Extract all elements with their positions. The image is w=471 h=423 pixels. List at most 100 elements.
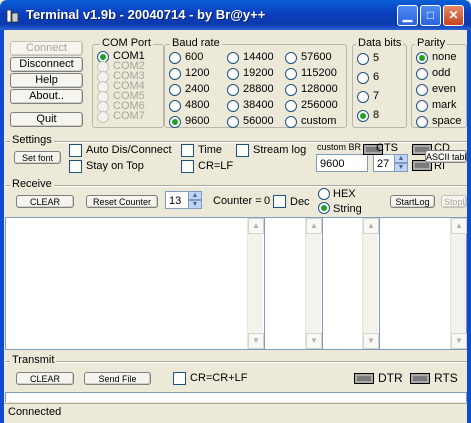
disconnect-button[interactable]: Disconnect — [10, 57, 83, 72]
help-button[interactable]: Help — [10, 73, 83, 88]
time-checkbox[interactable] — [181, 144, 194, 157]
receive-scrollbar-2[interactable]: ▲ ▼ — [305, 218, 322, 349]
receive-scrollbar-3[interactable]: ▲ ▼ — [362, 218, 379, 349]
receive-pane-divider-1 — [264, 217, 265, 350]
baud-256000-radio[interactable] — [285, 100, 297, 112]
baud-38400-radio[interactable] — [227, 100, 239, 112]
minimize-button[interactable]: ▁ — [397, 5, 418, 26]
about-button[interactable]: About.. — [10, 89, 83, 104]
parity-odd-radio[interactable] — [416, 68, 428, 80]
scroll-down-icon[interactable]: ▼ — [451, 333, 467, 349]
scroll-down-icon[interactable]: ▼ — [248, 333, 264, 349]
string-radio[interactable] — [318, 202, 330, 214]
data-bits-5-radio[interactable] — [357, 53, 369, 65]
data-bits-6-radio[interactable] — [357, 72, 369, 84]
baud-2400-label: 2400 — [185, 83, 210, 95]
auto-dis-connect-checkbox[interactable] — [69, 144, 82, 157]
rx-clear-field[interactable]: 27 — [373, 154, 395, 172]
baud-28800-label: 28800 — [243, 83, 274, 95]
set-font-button[interactable]: Set font — [14, 151, 61, 164]
baud-600-radio[interactable] — [169, 52, 181, 64]
parity-space-label: space — [432, 115, 462, 127]
baud-2400-radio[interactable] — [169, 84, 181, 96]
data-bits-8-radio[interactable] — [357, 110, 369, 122]
baud-14400-label: 14400 — [243, 51, 274, 63]
scroll-up-icon[interactable]: ▲ — [248, 218, 264, 234]
parity-space-radio[interactable] — [416, 116, 428, 128]
parity-mark-radio[interactable] — [416, 100, 428, 112]
reset-counter-button[interactable]: Reset Counter — [86, 195, 158, 208]
baud-custom-label: custom — [301, 115, 337, 127]
maximize-button[interactable]: □ — [420, 5, 441, 26]
baud-19200-radio[interactable] — [227, 68, 239, 80]
data-bits-7-label: 7 — [373, 90, 380, 102]
baud-1200-radio[interactable] — [169, 68, 181, 80]
baud-128000-radio[interactable] — [285, 84, 297, 96]
baud-600-label: 600 — [185, 51, 204, 63]
receive-clear-button[interactable]: CLEAR — [16, 195, 74, 208]
baud-115200-radio[interactable] — [285, 68, 297, 80]
dec-checkbox[interactable] — [273, 195, 286, 208]
receive-separator — [6, 185, 467, 187]
counter-value: 0 — [264, 195, 271, 207]
parity-even-label: even — [432, 83, 456, 95]
transmit-clear-button[interactable]: CLEAR — [16, 372, 74, 385]
close-button[interactable]: ✕ — [443, 5, 464, 26]
window-frame-right — [467, 30, 471, 423]
auto-dis-connect-label: Auto Dis/Connect — [86, 144, 172, 156]
baud-28800-radio[interactable] — [227, 84, 239, 96]
rx-clear-up-arrow[interactable]: ▲ — [394, 154, 408, 163]
receive-area[interactable] — [5, 217, 467, 350]
stream-log-checkbox[interactable] — [236, 144, 249, 157]
scroll-up-icon[interactable]: ▲ — [363, 218, 379, 234]
rx-clear-down-arrow[interactable]: ▼ — [394, 163, 408, 172]
custom-br-field[interactable]: 9600 — [316, 154, 368, 172]
rts-toggle[interactable] — [410, 373, 430, 384]
data-bits-6-label: 6 — [373, 71, 380, 83]
hex-radio[interactable] — [318, 188, 330, 200]
baud-custom-radio[interactable] — [285, 116, 297, 128]
stop-log-button[interactable]: StopLog — [441, 195, 467, 208]
baud-19200-label: 19200 — [243, 67, 274, 79]
baud-38400-label: 38400 — [243, 99, 274, 111]
scroll-up-icon[interactable]: ▲ — [451, 218, 467, 234]
transmit-input[interactable] — [5, 392, 467, 402]
parity-odd-label: odd — [432, 67, 451, 79]
baud-9600-label: 9600 — [185, 115, 210, 127]
dtr-toggle[interactable] — [354, 373, 374, 384]
counter-spin-field[interactable]: 13 — [165, 191, 189, 209]
baud-57600-radio[interactable] — [285, 52, 297, 64]
minimize-icon: ▁ — [402, 8, 413, 22]
baud-4800-radio[interactable] — [169, 100, 181, 112]
baud-9600-radio[interactable] — [169, 116, 181, 128]
data-bits-7-radio[interactable] — [357, 91, 369, 103]
receive-scrollbar-4[interactable]: ▲ ▼ — [450, 218, 467, 349]
counter-spin-down-arrow[interactable]: ▼ — [188, 200, 202, 209]
maximize-icon: □ — [426, 8, 435, 22]
com-port-com7-radio[interactable] — [97, 111, 109, 123]
stay-on-top-checkbox[interactable] — [69, 160, 82, 173]
baud-14400-radio[interactable] — [227, 52, 239, 64]
counter-spin-up-arrow[interactable]: ▲ — [188, 191, 202, 200]
scroll-up-icon[interactable]: ▲ — [306, 218, 322, 234]
ascii-table-button[interactable]: ASCII table — [425, 150, 467, 163]
parity-mark-label: mark — [432, 99, 457, 111]
scroll-down-icon[interactable]: ▼ — [363, 333, 379, 349]
receive-title: Receive — [10, 178, 54, 190]
baud-56000-radio[interactable] — [227, 116, 239, 128]
send-file-button[interactable]: Send File — [84, 372, 151, 385]
parity-none-radio[interactable] — [416, 52, 428, 64]
time-label: Time — [198, 144, 223, 156]
quit-button[interactable]: Quit — [10, 112, 83, 127]
receive-scrollbar-1[interactable]: ▲ ▼ — [247, 218, 264, 349]
scroll-down-icon[interactable]: ▼ — [306, 333, 322, 349]
receive-pane-divider-3 — [379, 217, 380, 350]
connect-button[interactable]: Connect — [10, 41, 83, 56]
cr-lf-checkbox[interactable] — [181, 160, 194, 173]
start-log-button[interactable]: StartLog — [390, 195, 435, 208]
cr-cr-lf-checkbox[interactable] — [173, 372, 186, 385]
parity-even-radio[interactable] — [416, 84, 428, 96]
cts-label: CTS — [376, 142, 398, 154]
rts-label: RTS — [434, 371, 458, 385]
dec-label: Dec — [290, 196, 310, 208]
